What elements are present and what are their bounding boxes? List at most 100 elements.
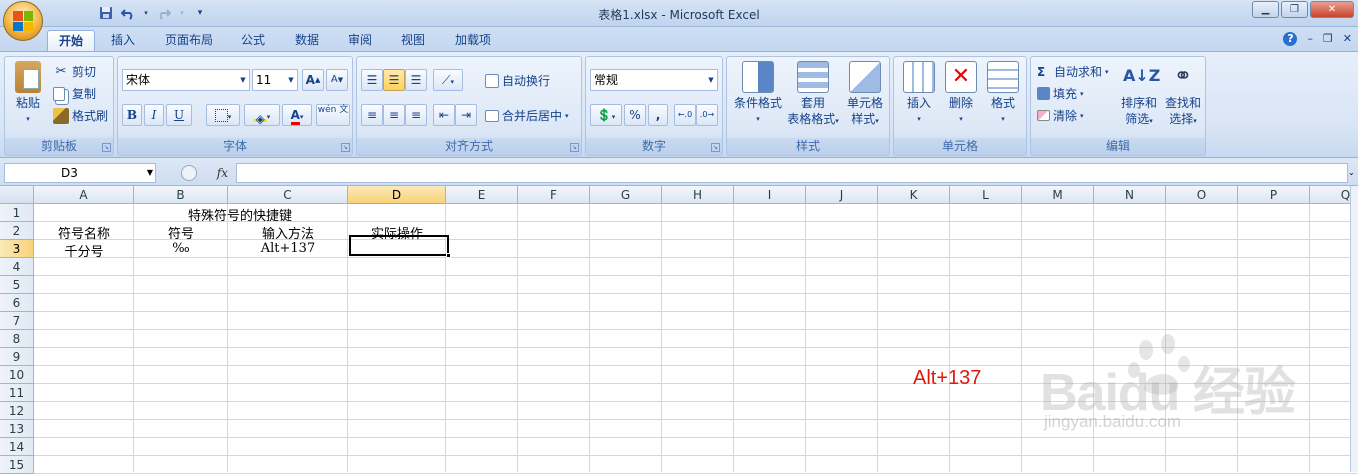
number-format-dropdown-icon[interactable]: ▼ [705, 70, 717, 90]
sort-filter-button[interactable]: A↓Z 排序和 筛选▾ [1117, 61, 1161, 129]
cut-button[interactable]: ✂ 剪切 [53, 63, 96, 80]
cell-b2[interactable]: 符号 [134, 223, 228, 242]
number-format-select[interactable]: 常规 ▼ [590, 69, 718, 91]
row-header-8[interactable]: 8 [0, 330, 34, 348]
format-as-table-button[interactable]: 套用 表格格式▾ [785, 61, 841, 129]
merge-center-button[interactable]: 合并后居中 ▾ [485, 107, 569, 124]
insert-cells-button[interactable]: 插入 ▾ [898, 61, 940, 127]
align-center-button[interactable]: ≡ [383, 104, 405, 126]
italic-button[interactable]: I [144, 104, 164, 126]
restore-button[interactable]: ❐ [1281, 1, 1308, 18]
underline-button[interactable]: U [166, 104, 192, 126]
help-icon[interactable]: ? [1283, 32, 1298, 46]
insert-function-button[interactable]: fx [217, 166, 228, 180]
column-header-n[interactable]: N [1094, 186, 1166, 204]
row-header-1[interactable]: 1 [0, 204, 34, 222]
cell-a2[interactable]: 符号名称 [34, 223, 134, 242]
tab-home[interactable]: 开始 [47, 30, 95, 51]
column-header-m[interactable]: M [1022, 186, 1094, 204]
ribbon-restore-button[interactable]: ❐ [1323, 32, 1333, 46]
office-button[interactable] [3, 1, 43, 41]
number-dialog-launcher-icon[interactable]: ↘ [711, 143, 720, 152]
paste-button[interactable]: 粘贴 ▾ [9, 61, 47, 127]
tab-review[interactable]: 审阅 [340, 30, 380, 51]
alignment-dialog-launcher-icon[interactable]: ↘ [570, 143, 579, 152]
select-all-button[interactable] [0, 186, 34, 204]
font-name-select[interactable]: 宋体 ▼ [122, 69, 250, 91]
conditional-formatting-button[interactable]: 条件格式 ▾ [731, 61, 785, 127]
clear-button[interactable]: 清除 ▾ [1037, 107, 1084, 124]
align-bottom-button[interactable]: ☰ [405, 69, 427, 91]
column-header-c[interactable]: C [228, 186, 348, 204]
bold-button[interactable]: B [122, 104, 142, 126]
increase-indent-button[interactable]: ⇥ [455, 104, 477, 126]
cell-b1[interactable]: 特殊符号的快捷键 [34, 205, 446, 224]
tab-page-layout[interactable]: 页面布局 [158, 30, 220, 51]
row-header-4[interactable]: 4 [0, 258, 34, 276]
decrease-indent-button[interactable]: ⇤ [433, 104, 455, 126]
comma-style-button[interactable]: , [648, 104, 668, 126]
tab-addins[interactable]: 加载项 [446, 30, 500, 51]
row-header-5[interactable]: 5 [0, 276, 34, 294]
align-left-button[interactable]: ≡ [361, 104, 383, 126]
orientation-button[interactable]: ⟋▾ [433, 69, 463, 91]
row-header-11[interactable]: 11 [0, 384, 34, 402]
row-header-10[interactable]: 10 [0, 366, 34, 384]
formula-input[interactable] [236, 163, 1348, 183]
shrink-font-button[interactable]: A▼ [326, 69, 348, 91]
format-cells-button[interactable]: 格式 ▾ [982, 61, 1024, 127]
row-header-14[interactable]: 14 [0, 438, 34, 456]
column-header-l[interactable]: L [950, 186, 1022, 204]
grow-font-button[interactable]: A▲ [302, 69, 324, 91]
cell-c2[interactable]: 输入方法 [228, 223, 348, 242]
ribbon-close-button[interactable]: ✕ [1343, 32, 1352, 46]
column-header-o[interactable]: O [1166, 186, 1238, 204]
wrap-text-button[interactable]: 自动换行 [485, 72, 550, 89]
name-box[interactable]: D3 ▼ [4, 163, 156, 183]
autosum-button[interactable]: Σ 自动求和 ▾ [1037, 63, 1109, 80]
tab-data[interactable]: 数据 [287, 30, 327, 51]
find-select-button[interactable]: ⚭ 查找和 选择▾ [1161, 61, 1205, 129]
delete-cells-button[interactable]: ✕ 删除 ▾ [940, 61, 982, 127]
close-button[interactable]: ✕ [1310, 1, 1354, 18]
column-header-i[interactable]: I [734, 186, 806, 204]
column-header-f[interactable]: F [518, 186, 590, 204]
column-header-b[interactable]: B [134, 186, 228, 204]
row-header-13[interactable]: 13 [0, 420, 34, 438]
format-painter-button[interactable]: 格式刷 [53, 107, 108, 124]
column-header-h[interactable]: H [662, 186, 734, 204]
phonetic-button[interactable]: wén 文 [316, 104, 350, 126]
cell-styles-button[interactable]: 单元格 样式▾ [841, 61, 889, 129]
align-right-button[interactable]: ≡ [405, 104, 427, 126]
formula-cancel-icon[interactable] [180, 165, 197, 181]
percent-style-button[interactable]: % [624, 104, 646, 126]
row-header-7[interactable]: 7 [0, 312, 34, 330]
name-box-dropdown-icon[interactable]: ▼ [147, 164, 153, 182]
align-top-button[interactable]: ☰ [361, 69, 383, 91]
column-header-k[interactable]: K [878, 186, 950, 204]
column-header-j[interactable]: J [806, 186, 878, 204]
fill-handle[interactable] [446, 253, 451, 258]
row-header-12[interactable]: 12 [0, 402, 34, 420]
formula-bar-expand-icon[interactable]: ⌄ [1348, 163, 1356, 183]
fill-color-button[interactable]: ◈ ▾ [244, 104, 280, 126]
clipboard-dialog-launcher-icon[interactable]: ↘ [102, 143, 111, 152]
cell-b3[interactable]: ‰ [134, 241, 228, 256]
tab-formulas[interactable]: 公式 [233, 30, 273, 51]
font-color-button[interactable]: A▾ [282, 104, 312, 126]
font-name-dropdown-icon[interactable]: ▼ [237, 70, 249, 90]
row-header-15[interactable]: 15 [0, 456, 34, 474]
vertical-scrollbar[interactable] [1350, 186, 1358, 472]
row-header-3[interactable]: 3 [0, 240, 34, 258]
column-header-p[interactable]: P [1238, 186, 1310, 204]
row-header-6[interactable]: 6 [0, 294, 34, 312]
align-middle-button[interactable]: ☰ [383, 69, 405, 91]
row-header-9[interactable]: 9 [0, 348, 34, 366]
column-header-g[interactable]: G [590, 186, 662, 204]
font-size-select[interactable]: 11 ▼ [252, 69, 298, 91]
font-size-dropdown-icon[interactable]: ▼ [285, 70, 297, 90]
column-header-e[interactable]: E [446, 186, 518, 204]
active-cell-outline[interactable] [349, 235, 451, 258]
tab-view[interactable]: 视图 [393, 30, 433, 51]
cell-a3[interactable]: 千分号 [34, 241, 134, 260]
